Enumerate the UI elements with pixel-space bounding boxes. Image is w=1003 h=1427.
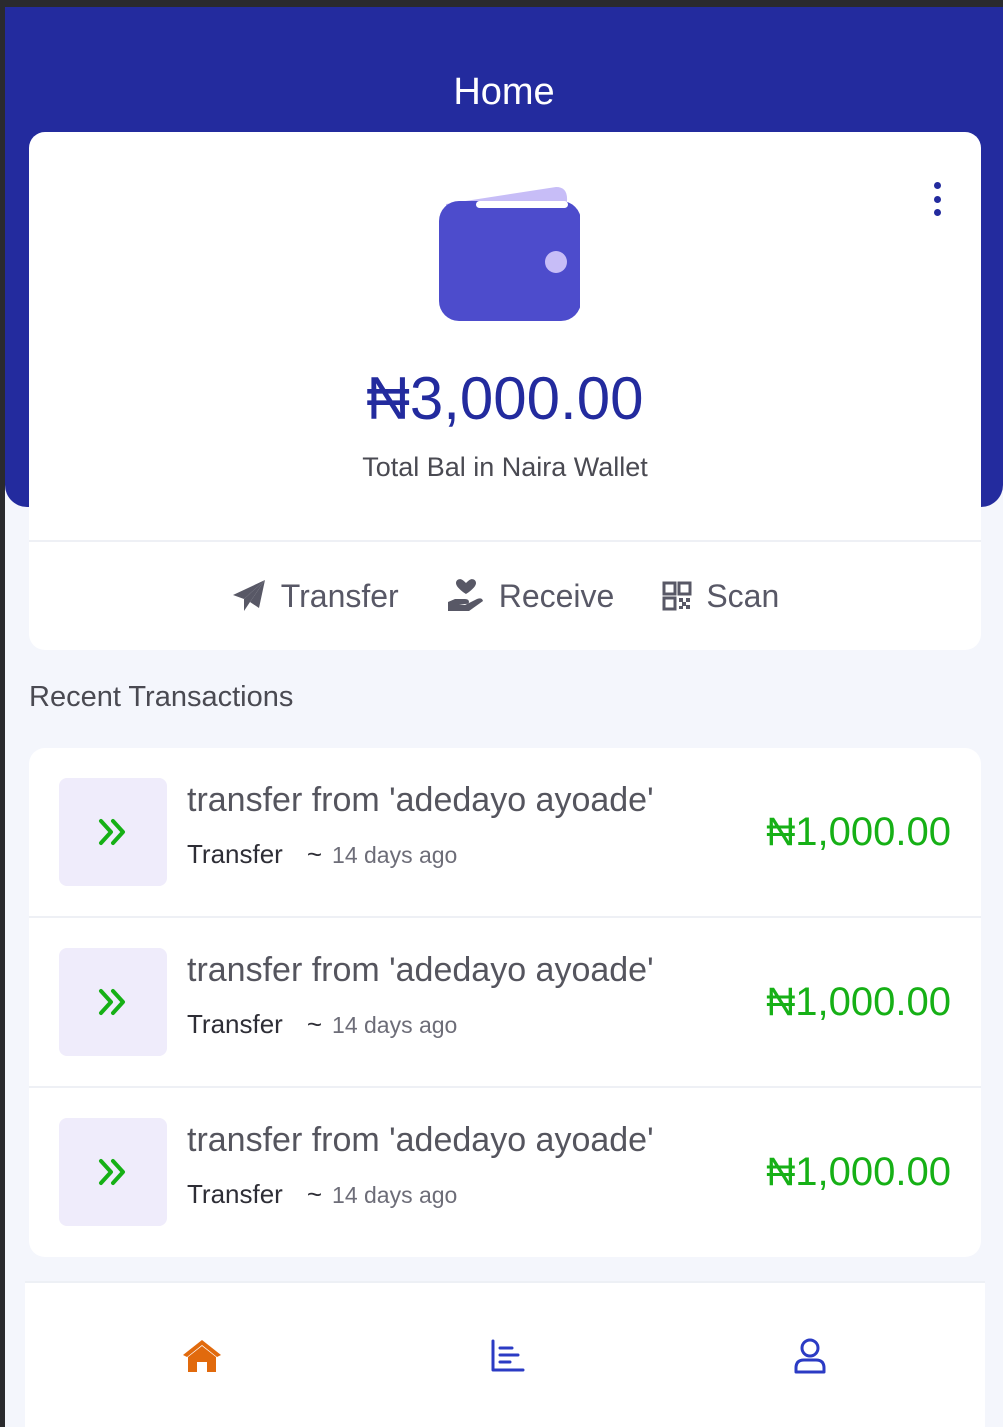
- scan-button[interactable]: Scan: [662, 578, 779, 615]
- wallet-balance: ₦3,000.00: [366, 365, 644, 432]
- transaction-type: Transfer: [187, 839, 283, 869]
- transfer-label: Transfer: [280, 577, 399, 614]
- transaction-icon-box: [59, 778, 167, 886]
- list-item[interactable]: transfer from 'adedayo ayoade' Transfer …: [29, 748, 981, 918]
- transaction-title: transfer from 'adedayo ayoade': [187, 951, 654, 989]
- transaction-time: 14 days ago: [332, 1012, 458, 1038]
- transaction-time: 14 days ago: [332, 1182, 458, 1208]
- home-icon: [183, 1340, 221, 1372]
- transaction-icon-box: [59, 1118, 167, 1226]
- page-title: Home: [453, 71, 555, 113]
- nav-profile[interactable]: [760, 1283, 860, 1427]
- transaction-meta: Transfer ~ 14 days ago: [187, 1179, 457, 1210]
- recent-transactions-title: Recent Transactions: [29, 681, 294, 713]
- transaction-meta: Transfer ~ 14 days ago: [187, 1009, 457, 1040]
- nav-stats[interactable]: [458, 1283, 558, 1427]
- transaction-amount: ₦1,000.00: [766, 980, 951, 1024]
- transaction-title: transfer from 'adedayo ayoade': [187, 781, 654, 819]
- list-item[interactable]: transfer from 'adedayo ayoade' Transfer …: [29, 918, 981, 1088]
- qr-code-icon: [662, 581, 692, 611]
- user-icon: [794, 1338, 826, 1374]
- meta-separator: ~: [306, 839, 323, 869]
- transaction-type: Transfer: [187, 1179, 283, 1209]
- double-chevron-right-icon: [99, 819, 125, 845]
- transaction-type: Transfer: [187, 1009, 283, 1039]
- kebab-menu-icon[interactable]: [929, 182, 945, 216]
- hand-holding-heart-icon: [447, 579, 483, 611]
- receive-button[interactable]: Receive: [447, 577, 615, 615]
- bottom-nav: [25, 1281, 985, 1427]
- bar-chart-icon: [491, 1339, 525, 1372]
- transaction-amount: ₦1,000.00: [766, 810, 951, 854]
- balance-label: Total Bal in Naira Wallet: [362, 452, 648, 482]
- receive-label: Receive: [498, 577, 615, 614]
- wallet-card: ₦3,000.00 Total Bal in Naira Wallet Tran…: [29, 132, 981, 650]
- transaction-meta: Transfer ~ 14 days ago: [187, 839, 457, 870]
- transaction-time: 14 days ago: [332, 842, 458, 868]
- transactions-list: transfer from 'adedayo ayoade' Transfer …: [29, 748, 981, 1257]
- wallet-icon: [439, 187, 580, 321]
- nav-home[interactable]: [152, 1283, 252, 1427]
- double-chevron-right-icon: [99, 1159, 125, 1185]
- scan-label: Scan: [706, 577, 780, 614]
- double-chevron-right-icon: [99, 989, 125, 1015]
- transfer-button[interactable]: Transfer: [231, 578, 399, 615]
- paper-plane-icon: [232, 580, 265, 611]
- meta-separator: ~: [306, 1009, 323, 1039]
- meta-separator: ~: [306, 1179, 323, 1209]
- transaction-icon-box: [59, 948, 167, 1056]
- transaction-title: transfer from 'adedayo ayoade': [187, 1121, 654, 1159]
- wallet-actions: Transfer Receive Scan: [29, 542, 981, 650]
- transaction-amount: ₦1,000.00: [766, 1150, 951, 1194]
- list-item[interactable]: transfer from 'adedayo ayoade' Transfer …: [29, 1088, 981, 1257]
- app-frame: Home ₦3,000.00 Total Bal in Naira Wallet…: [5, 7, 1003, 1427]
